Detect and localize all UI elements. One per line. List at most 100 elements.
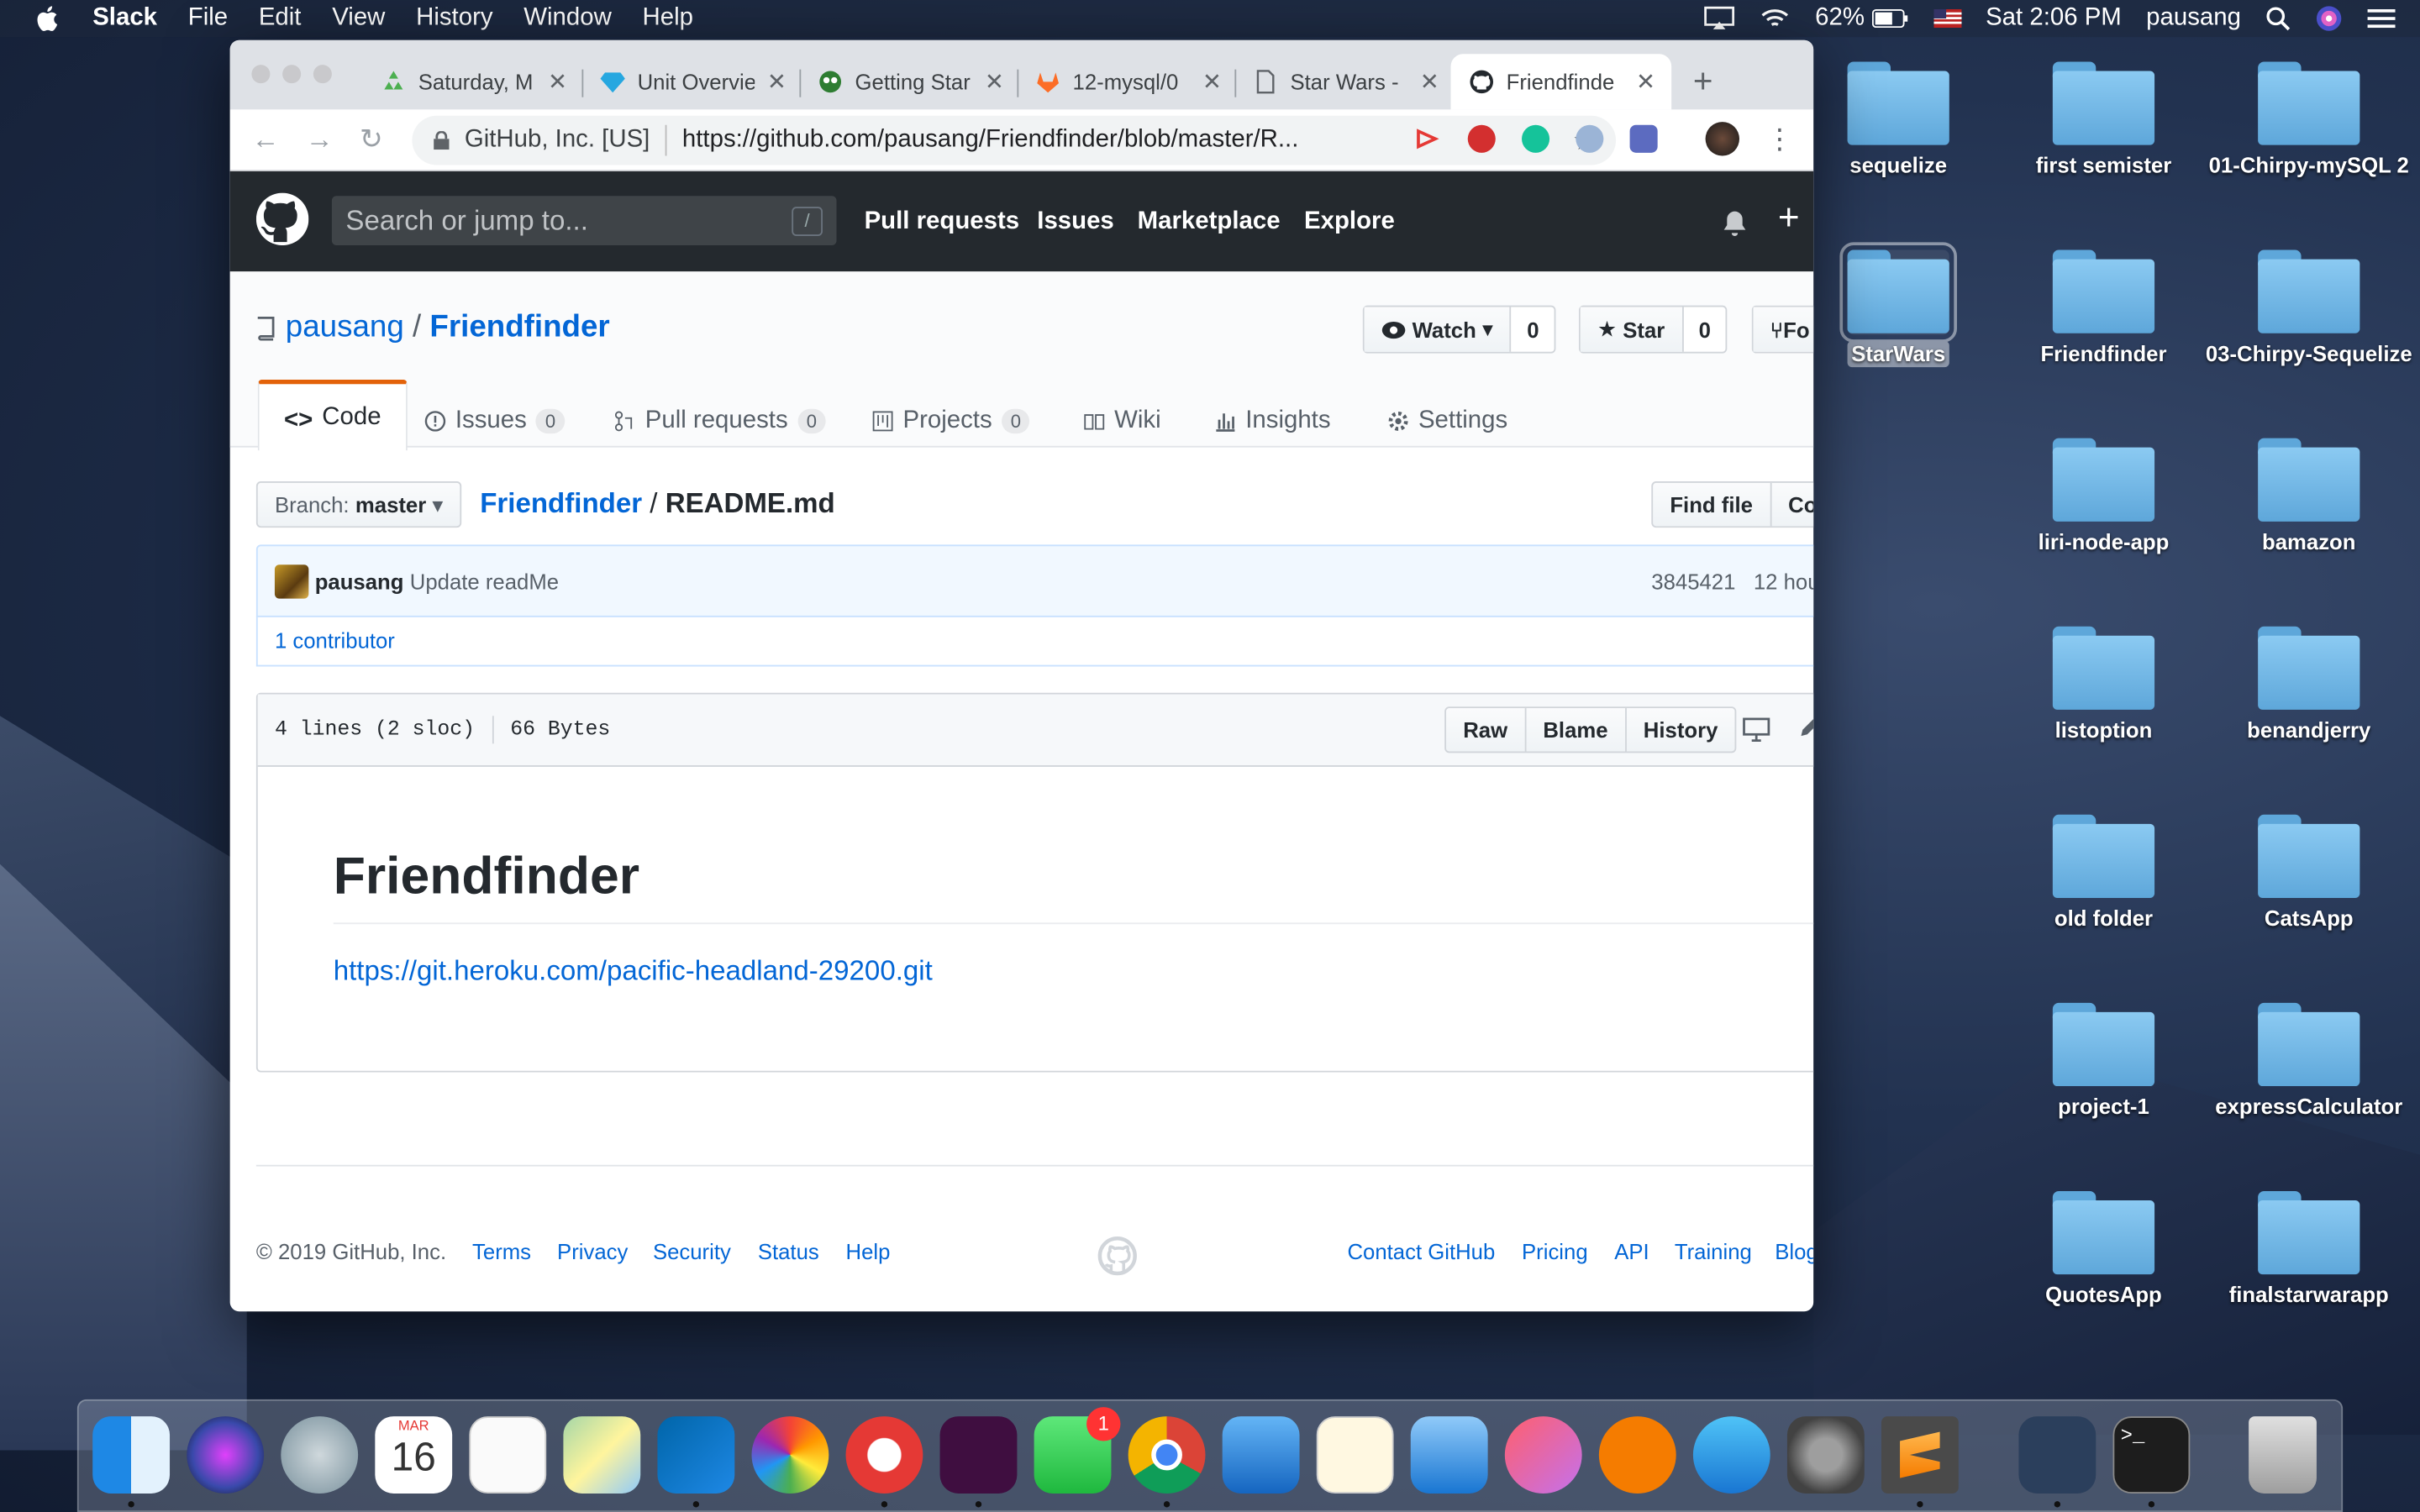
tab-issues[interactable]: Issues 0	[424, 395, 566, 447]
branch-selector-button[interactable]: Branch: master ▾	[255, 481, 462, 528]
footer-help-link[interactable]: Help	[846, 1239, 891, 1263]
extension-icon[interactable]	[1576, 124, 1604, 153]
raw-button[interactable]: Raw	[1446, 708, 1524, 751]
desktop-folder[interactable]: bamazon	[2201, 438, 2417, 556]
menu-window[interactable]: Window	[523, 5, 612, 33]
facetime-icon[interactable]: 1	[1034, 1407, 1121, 1494]
tab-insights[interactable]: Insights	[1215, 395, 1331, 447]
repo-owner-link[interactable]: pausang	[286, 310, 404, 345]
author-avatar[interactable]	[274, 564, 309, 598]
site-identity[interactable]: GitHub, Inc. [US]	[465, 127, 650, 155]
nav-marketplace[interactable]: Marketplace	[1138, 208, 1281, 236]
watch-button[interactable]: Watch ▾	[1364, 307, 1511, 352]
menu-file[interactable]: File	[188, 5, 228, 33]
close-tab-icon[interactable]: ✕	[985, 68, 1004, 96]
commit-author[interactable]: pausang	[315, 569, 404, 593]
back-arrow-icon[interactable]: ←	[251, 123, 279, 156]
media-player-icon[interactable]	[845, 1416, 923, 1494]
wifi-icon[interactable]	[1760, 6, 1791, 30]
finder-icon[interactable]	[92, 1416, 171, 1494]
battery-status[interactable]: 62%	[1815, 5, 1908, 33]
clock[interactable]: Sat 2:06 PM	[1986, 5, 2122, 33]
menu-edit[interactable]: Edit	[259, 5, 302, 33]
vscode-icon[interactable]	[657, 1416, 735, 1494]
footer-training-link[interactable]: Training	[1675, 1239, 1752, 1263]
readme-heroku-link[interactable]: https://git.heroku.com/pacific-headland-…	[334, 955, 1813, 988]
zoom-window-button[interactable]	[313, 65, 332, 84]
browser-menu-icon[interactable]: ⋮	[1765, 123, 1793, 156]
blame-button[interactable]: Blame	[1524, 708, 1624, 752]
commit-sha[interactable]: 3845421	[1651, 569, 1735, 593]
repo-name-link[interactable]: Friendfinder	[429, 310, 609, 345]
footer-privacy-link[interactable]: Privacy	[557, 1239, 628, 1263]
create-new-plus-icon[interactable]: +	[1778, 197, 1800, 240]
desktop-folder[interactable]: finalstarwarapp	[2201, 1190, 2417, 1309]
desktop-folder[interactable]: listoption	[1996, 626, 2212, 744]
menu-view[interactable]: View	[332, 5, 385, 33]
desktop-folder[interactable]: liri-node-app	[1996, 438, 2212, 556]
cast-extension-icon[interactable]	[1413, 125, 1441, 153]
notification-center-icon[interactable]	[2367, 8, 2396, 29]
close-tab-icon[interactable]: ✕	[1202, 68, 1222, 96]
github-footer-logo-icon[interactable]	[1097, 1236, 1138, 1276]
grammarly-extension-icon[interactable]	[1522, 124, 1550, 153]
itunes-icon[interactable]	[1504, 1416, 1582, 1494]
menu-help[interactable]: Help	[643, 5, 693, 33]
new-tab-plus-icon[interactable]: +	[1693, 61, 1713, 102]
airplay-icon[interactable]	[1704, 6, 1735, 30]
nav-issues[interactable]: Issues	[1037, 208, 1113, 236]
commit-message[interactable]: Update readMe	[410, 569, 559, 593]
close-tab-icon[interactable]: ✕	[1420, 68, 1439, 96]
browser-tab-5[interactable]: Star Wars - ✕	[1234, 54, 1450, 109]
close-tab-icon[interactable]: ✕	[1636, 68, 1655, 96]
tab-projects[interactable]: Projects 0	[872, 395, 1030, 447]
maps-icon[interactable]	[563, 1416, 641, 1494]
desktop-folder[interactable]: benandjerry	[2201, 626, 2417, 744]
nav-explore[interactable]: Explore	[1304, 208, 1395, 236]
star-button[interactable]: ★ Star	[1580, 307, 1682, 352]
flag-us-icon[interactable]	[1933, 9, 1961, 29]
desktop-folder[interactable]: CatsApp	[2201, 814, 2417, 932]
history-button[interactable]: History	[1624, 708, 1735, 752]
footer-status-link[interactable]: Status	[758, 1239, 819, 1263]
footer-contact-link[interactable]: Contact GitHub	[1347, 1239, 1495, 1263]
github-logo-icon[interactable]	[255, 192, 309, 246]
contributors-link[interactable]: 1 contributor	[255, 615, 1814, 667]
footer-blog-link[interactable]: Blog	[1775, 1239, 1813, 1263]
browser-tab-3[interactable]: Getting Star ✕	[799, 54, 1017, 109]
terminal-icon[interactable]: >_	[2112, 1416, 2191, 1494]
star-count[interactable]: 0	[1681, 307, 1726, 352]
apple-icon[interactable]	[34, 5, 61, 33]
watch-count[interactable]: 0	[1510, 307, 1555, 352]
reminders-icon[interactable]	[469, 1416, 547, 1494]
desktop-folder[interactable]: QuotesApp	[1996, 1190, 2212, 1309]
trash-icon[interactable]	[2249, 1416, 2317, 1494]
desktop-folder[interactable]: old folder	[1996, 814, 2212, 932]
launchpad-rocket-icon[interactable]	[281, 1416, 359, 1494]
system-preferences-gear-icon[interactable]	[1786, 1416, 1865, 1494]
find-file-button[interactable]: Find file	[1653, 483, 1770, 526]
user-name[interactable]: pausang	[2146, 5, 2241, 33]
desktop-folder[interactable]: project-1	[1996, 1002, 2212, 1121]
browser-tab-1[interactable]: Saturday, M ✕	[363, 54, 582, 109]
breadcrumb-repo-link[interactable]: Friendfinder	[480, 487, 642, 518]
github-search-input[interactable]: Search or jump to... /	[331, 196, 837, 246]
menu-history[interactable]: History	[416, 5, 492, 33]
close-tab-icon[interactable]: ✕	[767, 68, 786, 96]
forward-arrow-icon[interactable]: →	[306, 123, 334, 156]
desktop-folder[interactable]: StarWars	[1791, 242, 2007, 368]
reload-icon[interactable]: ↻	[360, 123, 383, 156]
menu-app-name[interactable]: Slack	[92, 5, 157, 33]
footer-security-link[interactable]: Security	[653, 1239, 731, 1263]
keynote-icon[interactable]	[1410, 1416, 1488, 1494]
browser-tab-4[interactable]: 12-mysql/0 ✕	[1017, 54, 1234, 109]
browser-tab-2[interactable]: Unit Overvie ✕	[581, 54, 799, 109]
tab-wiki[interactable]: Wiki	[1083, 395, 1161, 447]
sublime-text-icon[interactable]	[1881, 1416, 1959, 1494]
xcode-icon[interactable]	[1222, 1416, 1300, 1494]
react-devtools-extension-icon[interactable]	[1629, 124, 1658, 153]
desktop-folder[interactable]: 03-Chirpy-Sequelize	[2201, 249, 2417, 368]
minimize-window-button[interactable]	[282, 65, 302, 84]
app-store-icon[interactable]	[1692, 1416, 1770, 1494]
siri-icon[interactable]	[2315, 5, 2343, 33]
